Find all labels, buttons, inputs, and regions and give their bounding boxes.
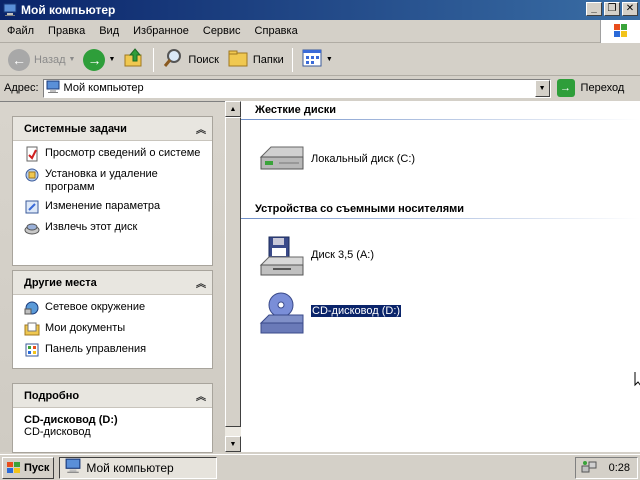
system-tasks-header[interactable]: Системные задачи ︽ <box>13 117 212 141</box>
window-title: Мой компьютер <box>21 3 116 17</box>
menu-view[interactable]: Вид <box>92 25 126 37</box>
place-my-documents[interactable]: Мои документы <box>24 322 204 337</box>
back-arrow-icon: ← <box>8 48 30 71</box>
folder-up-icon <box>123 47 145 72</box>
menu-edit[interactable]: Правка <box>41 25 92 37</box>
task-change-setting[interactable]: Изменение параметра <box>24 200 204 215</box>
menu-favorites[interactable]: Избранное <box>126 25 196 37</box>
restore-button[interactable]: ❐ <box>604 2 620 16</box>
collapse-chevron-icon[interactable]: ︽ <box>196 121 206 136</box>
go-button[interactable]: → Переход <box>556 79 624 97</box>
task-add-remove-programs[interactable]: Установка и удаление программ <box>24 168 204 194</box>
place-network[interactable]: Сетевое окружение <box>24 301 204 316</box>
menu-tools[interactable]: Сервис <box>196 25 248 37</box>
system-tasks-panel: Системные задачи ︽ Просмотр сведений о с… <box>12 116 213 266</box>
scroll-down-button[interactable]: ▼ <box>225 436 241 452</box>
start-button[interactable]: Пуск <box>2 456 55 479</box>
details-panel: Подробно ︽ CD-дисковод (D:) CD-дисковод <box>12 383 213 453</box>
address-dropdown-button[interactable]: ▼ <box>534 79 550 97</box>
taskbar-window-button[interactable]: Мой компьютер <box>59 456 218 479</box>
floppy-drive-icon <box>257 235 307 276</box>
add-remove-programs-icon <box>24 167 40 183</box>
mouse-cursor-icon <box>634 371 640 390</box>
network-icon <box>24 300 40 316</box>
title-bar[interactable]: Мой компьютер _ ❐ ✕ <box>0 0 640 20</box>
close-button[interactable]: ✕ <box>622 2 638 16</box>
minimize-button[interactable]: _ <box>586 2 602 16</box>
hard-disk-icon <box>257 139 307 179</box>
change-setting-icon <box>24 199 40 215</box>
go-arrow-icon: → <box>556 79 575 97</box>
group-divider <box>241 218 640 219</box>
drive-floppy-a[interactable]: Диск 3,5 (A:) <box>257 235 374 276</box>
my-computer-icon <box>46 80 60 97</box>
task-pane-scrollbar[interactable]: ▲ ▼ <box>225 101 241 452</box>
address-bar: Адрес: Мой компьютер ▼ → Переход <box>0 77 640 99</box>
back-button[interactable]: ← Назад ▼ <box>4 46 79 74</box>
views-button[interactable]: ▼ <box>297 46 337 74</box>
windows-logo-icon <box>600 20 640 43</box>
menu-file[interactable]: Файл <box>0 25 41 37</box>
control-panel-icon <box>24 342 40 358</box>
system-tray: 0:28 <box>575 457 638 479</box>
eject-disc-icon <box>24 220 40 236</box>
collapse-chevron-icon[interactable]: ︽ <box>196 388 206 403</box>
address-input[interactable]: Мой компьютер ▼ <box>42 78 551 98</box>
collapse-chevron-icon[interactable]: ︽ <box>196 275 206 290</box>
place-control-panel[interactable]: Панель управления <box>24 343 204 358</box>
task-eject-disc[interactable]: Извлечь этот диск <box>24 221 204 236</box>
menu-bar: Файл Правка Вид Избранное Сервис Справка <box>0 20 640 43</box>
task-pane: Системные задачи ︽ Просмотр сведений о с… <box>0 101 225 453</box>
search-button[interactable]: Поиск <box>158 46 222 74</box>
clock[interactable]: 0:28 <box>609 462 630 474</box>
my-documents-icon <box>24 321 40 337</box>
details-name: CD-дисковод (D:) <box>24 414 118 426</box>
toolbar-separator <box>153 47 155 72</box>
hard-disks-heading: Жесткие диски <box>255 104 336 116</box>
task-system-info[interactable]: Просмотр сведений о системе <box>24 146 204 162</box>
folders-icon <box>227 47 249 72</box>
removable-heading: Устройства со съемными носителями <box>255 203 465 215</box>
system-info-icon <box>24 146 40 162</box>
windows-logo-icon <box>7 461 21 474</box>
drive-cd-d[interactable]: CD-дисковод (D:) <box>257 291 403 334</box>
scroll-up-button[interactable]: ▲ <box>225 101 241 117</box>
search-icon <box>162 47 184 72</box>
content-area: Жесткие диски Локальный диск (C:) Устрой… <box>241 101 640 452</box>
address-label: Адрес: <box>4 82 39 94</box>
scroll-thumb[interactable] <box>225 117 241 427</box>
up-button[interactable] <box>119 46 149 74</box>
toolbar: ← Назад ▼ → ▼ Поиск Папки ▼ <box>0 44 640 76</box>
network-status-icon[interactable] <box>581 460 597 477</box>
drive-local-c[interactable]: Локальный диск (C:) <box>257 139 415 179</box>
folders-button[interactable]: Папки <box>223 46 288 74</box>
group-divider <box>241 119 640 120</box>
details-header[interactable]: Подробно ︽ <box>13 384 212 408</box>
forward-button[interactable]: → ▼ <box>79 46 119 74</box>
details-type: CD-дисковод <box>24 426 91 438</box>
my-computer-icon <box>3 3 17 17</box>
my-computer-icon <box>65 458 81 477</box>
menu-help[interactable]: Справка <box>248 25 305 37</box>
chevron-down-icon[interactable]: ▼ <box>108 56 115 63</box>
forward-arrow-icon: → <box>83 48 106 71</box>
other-places-panel: Другие места ︽ Сетевое окружение Мои док… <box>12 270 213 369</box>
cd-drive-icon <box>257 291 307 334</box>
address-value: Мой компьютер <box>63 82 144 94</box>
taskbar: Пуск Мой компьютер 0:28 <box>0 454 640 480</box>
other-places-header[interactable]: Другие места ︽ <box>13 271 212 295</box>
views-icon <box>301 47 323 72</box>
chevron-down-icon[interactable]: ▼ <box>326 56 333 63</box>
toolbar-separator <box>291 47 293 72</box>
chevron-down-icon[interactable]: ▼ <box>69 56 76 63</box>
